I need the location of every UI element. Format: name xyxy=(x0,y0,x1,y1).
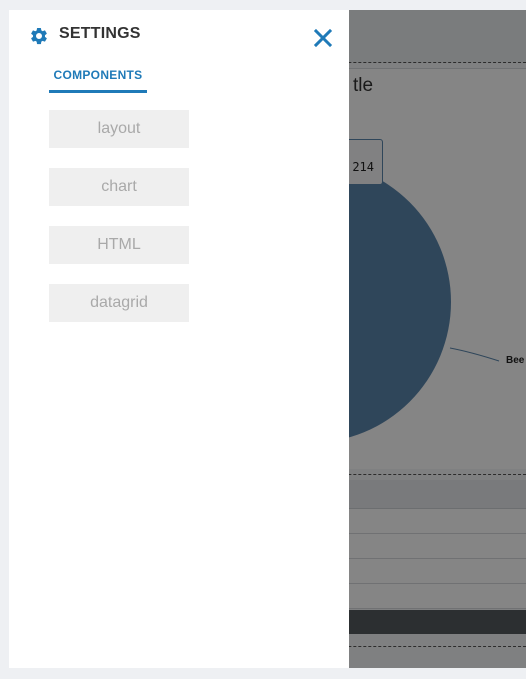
chart-component-button[interactable]: chart xyxy=(49,168,189,206)
datagrid-component-button[interactable]: datagrid xyxy=(49,284,189,322)
html-component-button[interactable]: HTML xyxy=(49,226,189,264)
settings-drawer: SETTINGS COMPONENTS layout chart HTML da… xyxy=(9,10,349,668)
gear-icon xyxy=(31,27,47,45)
drawer-title: SETTINGS xyxy=(59,25,141,42)
drawer-header: SETTINGS xyxy=(9,10,349,60)
layout-component-button[interactable]: layout xyxy=(49,110,189,148)
tab-components[interactable]: COMPONENTS xyxy=(49,66,147,93)
close-icon[interactable] xyxy=(312,27,334,49)
